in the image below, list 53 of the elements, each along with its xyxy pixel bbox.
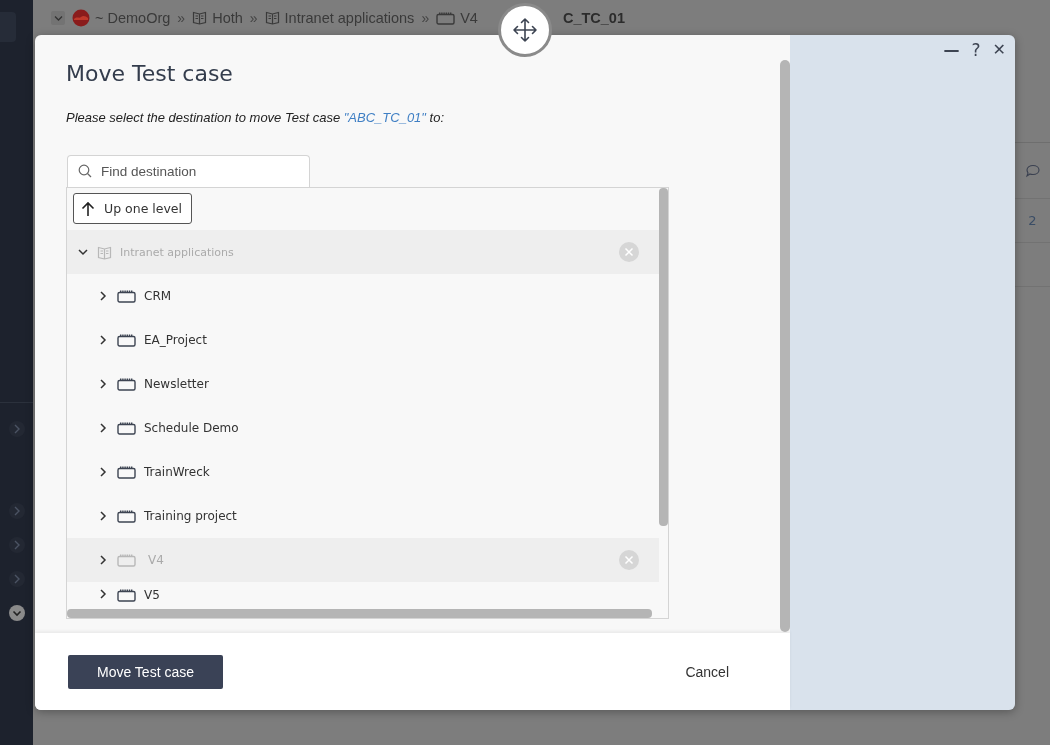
separator-icon: »: [177, 9, 186, 26]
chevron-right-icon: [97, 422, 109, 434]
move-button[interactable]: Move Test case: [68, 654, 223, 689]
clear-icon: [619, 550, 639, 570]
chevron-right-icon: [97, 510, 109, 522]
folder-icon: [117, 588, 136, 602]
folder-icon: [117, 377, 136, 391]
comment-icon: [1024, 163, 1041, 178]
up-one-level-button[interactable]: Up one level: [73, 193, 192, 224]
expand-button[interactable]: [8, 503, 25, 519]
minimize-button[interactable]: —: [943, 40, 960, 60]
dropdown-button[interactable]: [51, 10, 65, 25]
collapse-icon: [8, 605, 25, 621]
dialog-title: Move Test case: [66, 61, 234, 86]
chevron-right-icon: [97, 588, 109, 600]
chevron-right-icon: [97, 466, 109, 478]
chevron-right-icon: [97, 334, 109, 346]
tree-item: Intranet applications: [67, 230, 659, 274]
close-button[interactable]: ✕: [992, 40, 1006, 60]
help-button[interactable]: ?: [971, 40, 981, 60]
chevron-down-icon: [77, 246, 89, 258]
scrollbar[interactable]: [780, 60, 790, 632]
folder-icon: [117, 289, 136, 303]
clear-icon: [619, 242, 639, 262]
folder-icon: [117, 553, 136, 567]
instruction-text: Please select the destination to move Test case "ABC_TC_01" to:: [66, 110, 446, 125]
book-icon: [264, 9, 280, 26]
chevron-right-icon: [97, 378, 109, 390]
arrow-up-icon: [81, 200, 95, 217]
scrollbar[interactable]: [67, 609, 652, 618]
search-icon: [78, 164, 92, 178]
caret-icon: [53, 14, 63, 21]
separator-icon: »: [249, 9, 258, 26]
org-avatar-icon: [72, 8, 90, 27]
folder-icon: [117, 421, 136, 435]
folder-icon: [117, 333, 136, 347]
separator-icon: »: [421, 9, 430, 26]
cancel-button[interactable]: Cancel: [679, 662, 735, 681]
move-handle[interactable]: [498, 3, 552, 57]
folder-icon: [117, 465, 136, 479]
expand-button[interactable]: [8, 571, 25, 587]
scrollbar[interactable]: [659, 188, 668, 526]
expand-button[interactable]: [8, 537, 25, 553]
expand-button[interactable]: [8, 421, 25, 437]
move-icon: [512, 17, 538, 43]
chevron-right-icon: [97, 290, 109, 302]
count-text: 2: [1028, 213, 1037, 228]
tree-item: V4: [67, 538, 659, 582]
search-field[interactable]: Find destination: [67, 155, 310, 187]
folder-icon: [436, 10, 456, 25]
folder-icon: [117, 509, 136, 523]
chevron-right-icon: [97, 554, 109, 566]
book-icon: [192, 9, 208, 26]
